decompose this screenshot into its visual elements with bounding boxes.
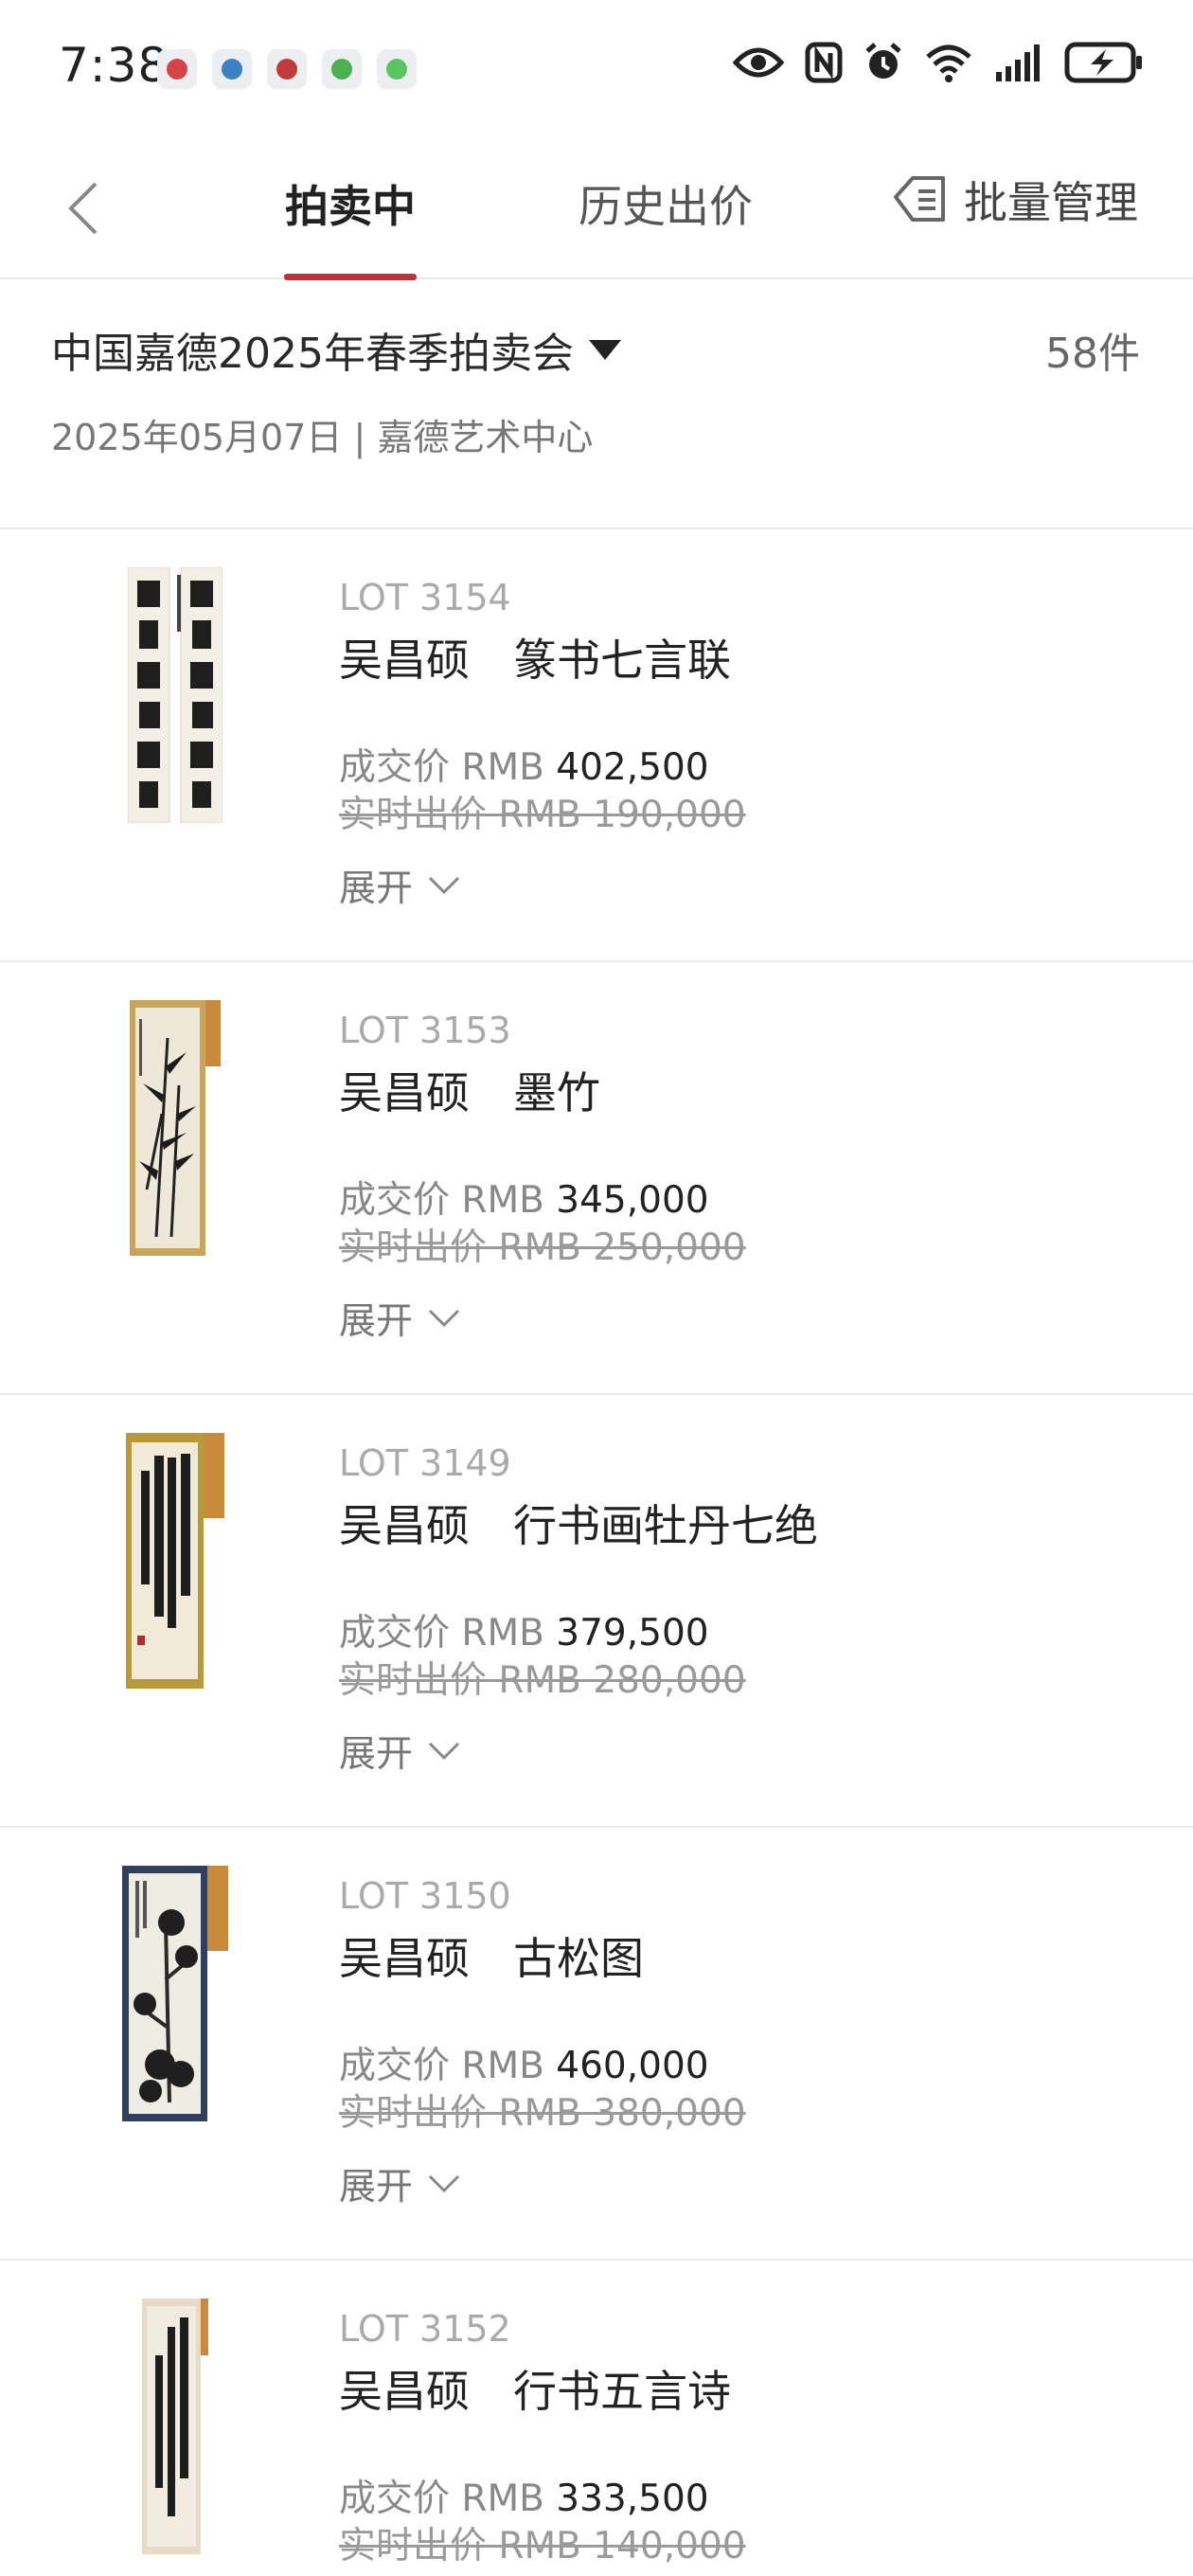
lot-count: 58件 [1045, 330, 1140, 378]
artwork-image [128, 567, 223, 823]
alarm-icon [865, 43, 901, 79]
lot-info: LOT 3150 吴昌硕 古松图 成交价 RMB 460,000 实时出价 RM… [339, 1875, 1153, 2210]
final-price: 成交价 RMB 379,500 [339, 1603, 1153, 1655]
chevron-down-icon [428, 2174, 460, 2193]
auction-date-venue: 2025年05月07日 | 嘉德艺术中心 [51, 417, 594, 458]
lot-item[interactable]: LOT 3149 吴昌硕 行书画牡丹七绝 成交价 RMB 379,500 实时出… [0, 1395, 1193, 1828]
app-notification-green-icon [322, 49, 362, 89]
lot-item[interactable]: LOT 3152 吴昌硕 行书五言诗 成交价 RMB 333,500 实时出价 … [0, 2261, 1193, 2576]
expand-label: 展开 [339, 1300, 414, 1343]
auction-header: 中国嘉德2025年春季拍卖会 58件 2025年05月07日 | 嘉德艺术中心 [0, 281, 1193, 529]
final-price-value: 333,500 [556, 2478, 709, 2520]
lot-number: LOT 3150 [339, 1875, 511, 1917]
nfc-icon [805, 42, 843, 83]
app-notification-red-icon [267, 49, 307, 89]
expand-label: 展开 [339, 1733, 414, 1776]
lot-thumbnail[interactable] [0, 2299, 350, 2564]
system-icons [733, 42, 1144, 83]
battery-charging-icon [1064, 42, 1142, 83]
live-bid: 实时出价 RMB 380,000 [339, 2092, 746, 2135]
artwork-image [126, 1433, 224, 1689]
live-bid: 实时出价 RMB 140,000 [339, 2525, 746, 2567]
live-bid: 实时出价 RMB 250,000 [339, 1226, 746, 1269]
lot-list: LOT 3154 吴昌硕 篆书七言联 成交价 RMB 402,500 实时出价 … [0, 529, 1193, 2576]
final-price: 成交价 RMB 333,500 [339, 2469, 1153, 2520]
expand-label: 展开 [339, 868, 414, 910]
auction-title: 中国嘉德2025年春季拍卖会 [51, 330, 574, 378]
lot-title: 吴昌硕 墨竹 [339, 1067, 600, 1118]
lot-info: LOT 3154 吴昌硕 篆书七言联 成交价 RMB 402,500 实时出价 … [339, 577, 1153, 912]
chevron-down-icon [428, 1742, 460, 1761]
lot-thumbnail[interactable] [0, 1000, 350, 1265]
expand-button[interactable]: 展开 [339, 859, 490, 912]
lot-item[interactable]: LOT 3153 吴昌硕 墨竹 成交价 RMB 345,000 实时出价 RMB… [0, 962, 1193, 1395]
app-notification-chat-icon [377, 49, 417, 89]
final-price: 成交价 RMB 402,500 [339, 738, 1153, 789]
tab-bidding[interactable]: 拍卖中 [284, 172, 417, 280]
tag-list-icon [894, 176, 945, 222]
final-price-value: 402,500 [556, 746, 709, 789]
lot-thumbnail[interactable] [0, 567, 350, 832]
final-price-value: 345,000 [556, 1179, 709, 1222]
chevron-down-icon [428, 876, 460, 895]
lot-number: LOT 3153 [339, 1010, 511, 1051]
wifi-icon [926, 45, 971, 82]
expand-button[interactable]: 展开 [339, 2157, 490, 2210]
lot-info: LOT 3149 吴昌硕 行书画牡丹七绝 成交价 RMB 379,500 实时出… [339, 1442, 1153, 1778]
lot-thumbnail[interactable] [0, 1866, 350, 2131]
final-price: 成交价 RMB 345,000 [339, 1171, 1153, 1222]
lot-item[interactable]: LOT 3150 吴昌硕 古松图 成交价 RMB 460,000 实时出价 RM… [0, 1828, 1193, 2261]
final-price-value: 460,000 [556, 2045, 709, 2087]
lot-number: LOT 3152 [339, 2308, 511, 2350]
live-bid: 实时出价 RMB 280,000 [339, 1659, 746, 1702]
back-button[interactable] [55, 170, 112, 246]
expand-button[interactable]: 展开 [339, 1292, 490, 1345]
final-price-label: 成交价 RMB [339, 1179, 557, 1222]
tab-bid-history[interactable]: 历史出价 [576, 172, 756, 278]
top-nav: 拍卖中 历史出价 批量管理 [0, 133, 1193, 280]
notification-icons [157, 49, 417, 89]
eye-icon [733, 47, 784, 78]
artwork-image [130, 1000, 221, 1256]
lot-title: 吴昌硕 行书画牡丹七绝 [339, 1500, 818, 1551]
signal-icon [996, 45, 1040, 81]
final-price-label: 成交价 RMB [339, 2045, 557, 2087]
auction-selector[interactable]: 中国嘉德2025年春季拍卖会 [51, 319, 621, 380]
chevron-left-icon [68, 182, 98, 235]
status-bar: 7:38 [0, 0, 1193, 133]
artwork-image [122, 1866, 228, 2121]
lot-title: 吴昌硕 古松图 [339, 1933, 644, 1984]
app-notification-blue-icon [212, 49, 252, 89]
expand-button[interactable]: 展开 [339, 1725, 490, 1778]
lot-title: 吴昌硕 行书五言诗 [339, 2366, 731, 2417]
final-price-label: 成交价 RMB [339, 1612, 557, 1655]
lot-item[interactable]: LOT 3154 吴昌硕 篆书七言联 成交价 RMB 402,500 实时出价 … [0, 529, 1193, 962]
status-time: 7:38 [59, 38, 169, 93]
lot-title: 吴昌硕 篆书七言联 [339, 635, 731, 686]
live-bid: 实时出价 RMB 190,000 [339, 794, 746, 836]
expand-label: 展开 [339, 2166, 414, 2209]
batch-manage-button[interactable]: 批量管理 [890, 169, 1138, 231]
final-price: 成交价 RMB 460,000 [339, 2036, 1153, 2087]
final-price-label: 成交价 RMB [339, 746, 557, 789]
lot-info: LOT 3153 吴昌硕 墨竹 成交价 RMB 345,000 实时出价 RMB… [339, 1010, 1153, 1345]
lot-number: LOT 3149 [339, 1442, 511, 1484]
dropdown-triangle-icon [588, 339, 621, 360]
final-price-label: 成交价 RMB [339, 2478, 557, 2520]
batch-manage-label: 批量管理 [964, 177, 1138, 228]
final-price-value: 379,500 [556, 1612, 709, 1655]
lot-thumbnail[interactable] [0, 1433, 350, 1698]
chevron-down-icon [428, 1309, 460, 1328]
app-notification-red-icon [157, 49, 197, 89]
artwork-image [142, 2299, 208, 2554]
lot-number: LOT 3154 [339, 577, 511, 618]
lot-info: LOT 3152 吴昌硕 行书五言诗 成交价 RMB 333,500 实时出价 … [339, 2308, 1153, 2576]
